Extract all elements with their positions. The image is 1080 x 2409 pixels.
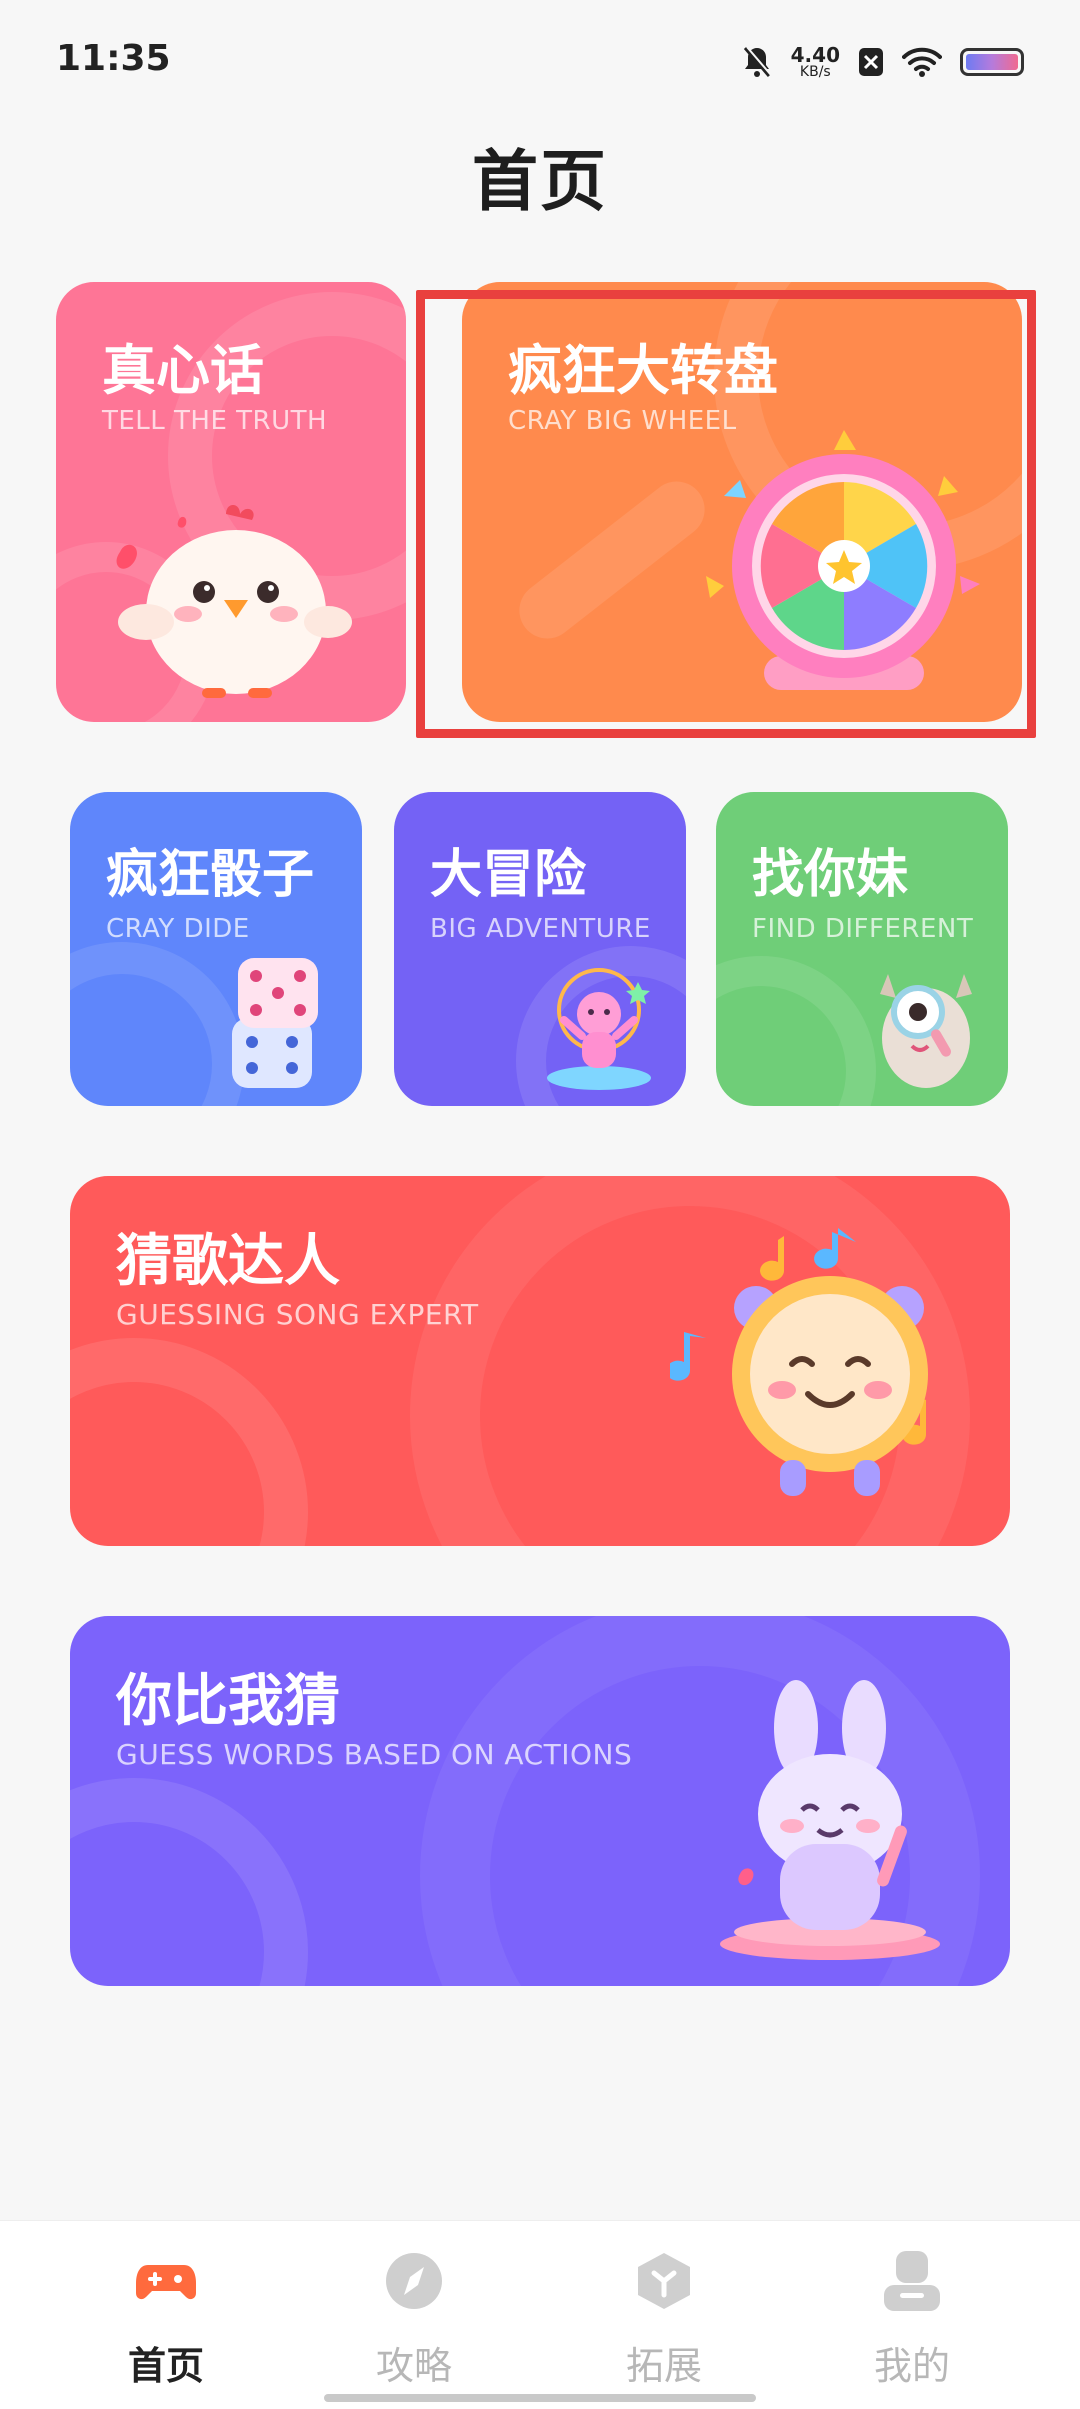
card-guessing-song-expert[interactable]: 猜歌达人 GUESSING SONG EXPERT	[70, 1176, 1010, 1546]
chick-mascot-icon	[116, 505, 352, 698]
nav-label: 首页	[127, 2344, 204, 2388]
selection-highlight	[416, 290, 1036, 738]
nav-item-expand[interactable]: 拓展	[584, 2249, 744, 2390]
card-tell-the-truth[interactable]: 真心话 TELL THE TRUTH	[56, 282, 406, 722]
card-subtitle: GUESS WORDS BASED ON ACTIONS	[116, 1738, 633, 1771]
wifi-icon	[902, 47, 942, 77]
card-subtitle: CRAY DIDE	[106, 914, 250, 944]
magnifier-creature-icon	[880, 974, 972, 1088]
user-icon	[884, 2251, 940, 2311]
card-subtitle: GUESSING SONG EXPERT	[116, 1298, 479, 1331]
card-title: 疯狂骰子	[106, 845, 315, 905]
bell-muted-icon	[743, 46, 772, 77]
sim-off-icon	[859, 48, 883, 76]
bottom-nav: 首页 攻略 拓展 我的	[0, 2220, 1080, 2409]
card-subtitle: TELL THE TRUTH	[102, 406, 328, 436]
nav-item-home[interactable]: 首页	[86, 2249, 246, 2390]
card-title: 你比我猜	[116, 1669, 340, 1734]
network-speed: 4.40 KB/s	[791, 45, 840, 79]
nav-label: 拓展	[625, 2344, 702, 2388]
decor-ring	[716, 956, 876, 1106]
network-speed-unit: KB/s	[799, 64, 831, 80]
network-speed-value: 4.40	[790, 43, 840, 67]
nav-item-mine[interactable]: 我的	[832, 2249, 992, 2390]
nav-label: 攻略	[375, 2344, 452, 2388]
card-title: 大冒险	[430, 845, 587, 905]
dice-icon	[232, 958, 318, 1088]
battery-level	[966, 54, 1018, 70]
status-bar: 11:35 4.40 KB/s	[0, 0, 1080, 120]
card-subtitle: BIG ADVENTURE	[430, 914, 651, 944]
bunny-mascot-icon	[720, 1680, 940, 1960]
nav-item-guide[interactable]: 攻略	[334, 2249, 494, 2390]
card-title: 找你妹	[752, 845, 909, 905]
box-icon	[638, 2253, 690, 2309]
compass-icon	[386, 2253, 442, 2309]
jumping-character-icon	[547, 968, 651, 1090]
card-title: 猜歌达人	[116, 1229, 340, 1294]
page-title: 首页	[472, 143, 608, 220]
decor-ring	[70, 1778, 308, 1986]
card-big-adventure[interactable]: 大冒险 BIG ADVENTURE	[394, 792, 686, 1106]
home-indicator	[324, 2394, 756, 2402]
card-guess-words-by-actions[interactable]: 你比我猜 GUESS WORDS BASED ON ACTIONS	[70, 1616, 1010, 1986]
status-time: 11:35	[56, 38, 171, 79]
card-subtitle: FIND DIFFERENT	[752, 914, 974, 944]
status-icons: 4.40 KB/s	[741, 40, 1024, 84]
card-crazy-dice[interactable]: 疯狂骰子 CRAY DIDE	[70, 792, 362, 1106]
decor-ring	[70, 1338, 308, 1546]
nav-label: 我的	[873, 2344, 950, 2388]
card-title: 真心话	[102, 339, 264, 402]
battery-icon	[960, 48, 1024, 76]
gamepad-icon	[136, 2265, 196, 2300]
card-find-different[interactable]: 找你妹 FIND DIFFERENT	[716, 792, 1008, 1106]
music-sun-mascot-icon	[670, 1228, 928, 1496]
